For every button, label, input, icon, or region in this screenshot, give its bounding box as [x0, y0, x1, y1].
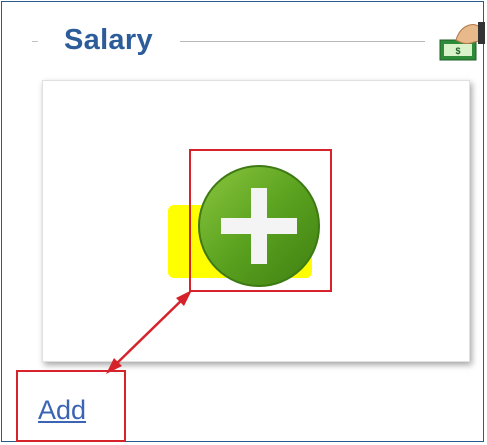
- header-divider: [180, 41, 425, 42]
- panel-title: Salary: [64, 24, 153, 56]
- panel-header: Salary $: [20, 16, 485, 66]
- svg-text:$: $: [455, 46, 460, 56]
- header-tick: [32, 41, 38, 42]
- money-hand-icon: $: [439, 22, 485, 61]
- add-link[interactable]: Add: [38, 395, 86, 426]
- add-icon-callout: [189, 149, 332, 292]
